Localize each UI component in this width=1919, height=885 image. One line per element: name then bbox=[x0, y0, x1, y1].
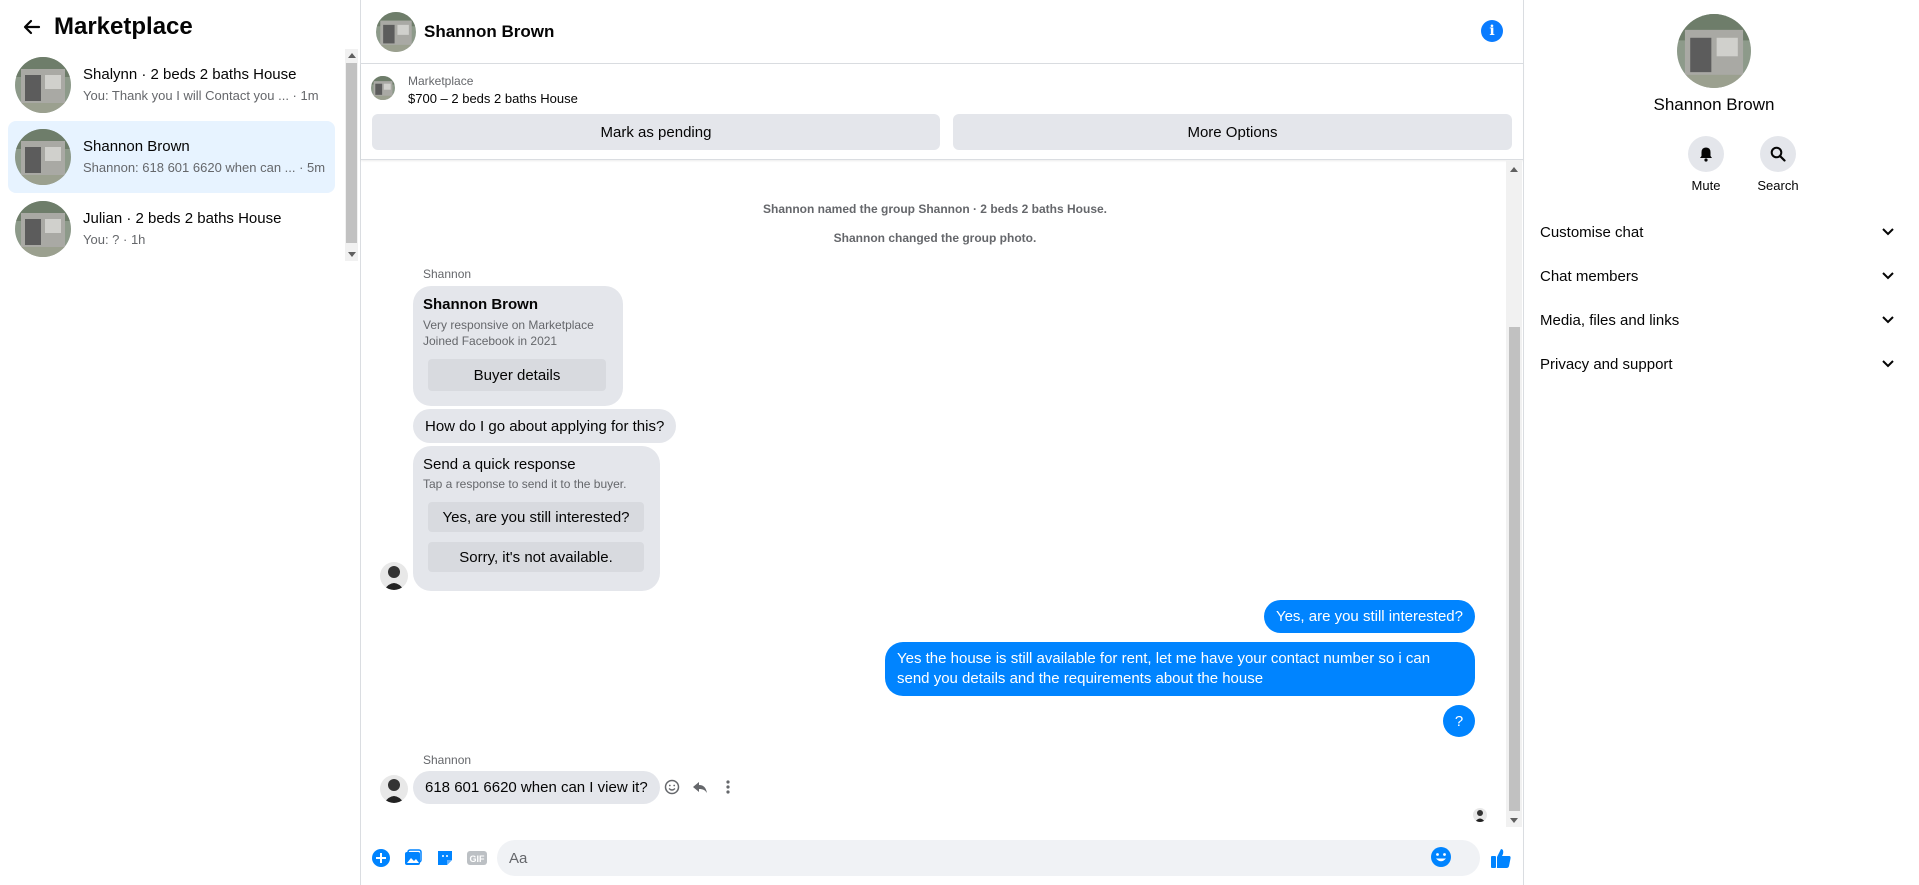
buyer-card-name: Shannon Brown bbox=[423, 296, 538, 313]
listing-title[interactable]: $700 – 2 beds 2 baths House bbox=[408, 91, 578, 106]
conversation-item[interactable]: Shalynn · 2 beds 2 baths House You: Than… bbox=[8, 49, 335, 121]
search-label: Search bbox=[1757, 178, 1799, 193]
sidebar-header: Marketplace bbox=[0, 8, 340, 46]
mark-as-pending-button[interactable]: Mark as pending bbox=[372, 114, 940, 150]
system-message: Shannon named the group Shannon · 2 beds… bbox=[762, 202, 1108, 216]
section-label: Customise chat bbox=[1540, 223, 1644, 241]
chevron-down-icon bbox=[1880, 356, 1896, 372]
section-chat-members[interactable]: Chat members bbox=[1540, 256, 1896, 296]
message-actions bbox=[658, 773, 742, 801]
more-icon[interactable] bbox=[714, 773, 742, 801]
conversation-preview: You: ? · 1h bbox=[83, 232, 146, 247]
outgoing-message: ? bbox=[1443, 705, 1475, 737]
system-message: Shannon changed the group photo. bbox=[833, 231, 1037, 245]
message-composer: GIF Aa bbox=[361, 838, 1523, 878]
incoming-message: How do I go about applying for this? bbox=[413, 409, 677, 443]
chat-title[interactable]: Shannon Brown bbox=[424, 22, 554, 42]
conversation-item[interactable]: Julian · 2 beds 2 baths House You: ? · 1… bbox=[8, 193, 335, 265]
sender-avatar[interactable] bbox=[380, 775, 408, 803]
sidebar-scrollbar[interactable] bbox=[345, 49, 358, 261]
thumbs-up-icon[interactable] bbox=[1485, 842, 1517, 874]
sender-label: Shannon bbox=[423, 267, 472, 281]
gif-icon[interactable]: GIF bbox=[461, 842, 493, 874]
bell-icon bbox=[1688, 136, 1724, 172]
buyer-details-button[interactable]: Buyer details bbox=[428, 359, 606, 391]
info-icon[interactable]: i bbox=[1481, 20, 1503, 42]
buyer-profile-card: Shannon Brown Very responsive on Marketp… bbox=[413, 286, 623, 406]
section-media-files-links[interactable]: Media, files and links bbox=[1540, 300, 1896, 340]
incoming-message: 618 601 6620 when can I view it? bbox=[413, 771, 660, 804]
scroll-down-arrow-icon[interactable] bbox=[348, 252, 356, 257]
mute-label: Mute bbox=[1691, 178, 1721, 193]
react-icon[interactable] bbox=[658, 773, 686, 801]
quick-response-option[interactable]: Yes, are you still interested? bbox=[428, 502, 644, 532]
scrollbar-thumb[interactable] bbox=[1509, 327, 1520, 811]
chevron-down-icon bbox=[1880, 268, 1896, 284]
search-icon bbox=[1760, 136, 1796, 172]
chat-header: Shannon Brown i bbox=[361, 0, 1523, 64]
profile-name: Shannon Brown bbox=[1653, 95, 1775, 114]
reply-icon[interactable] bbox=[686, 773, 714, 801]
plus-icon[interactable] bbox=[365, 842, 397, 874]
mute-button[interactable]: Mute bbox=[1676, 136, 1736, 193]
buyer-card-detail: Very responsive on Marketplace bbox=[423, 318, 594, 332]
quick-response-subtitle: Tap a response to send it to the buyer. bbox=[423, 477, 627, 491]
scroll-down-arrow-icon[interactable] bbox=[1510, 818, 1518, 823]
outgoing-message: Yes, are you still interested? bbox=[1263, 600, 1475, 633]
back-arrow-icon[interactable] bbox=[10, 8, 54, 46]
scroll-up-arrow-icon[interactable] bbox=[348, 53, 356, 58]
section-customise-chat[interactable]: Customise chat bbox=[1540, 212, 1896, 252]
message-input-placeholder: Aa bbox=[509, 849, 528, 867]
conversation-name: Shannon Brown bbox=[83, 138, 190, 155]
section-label: Privacy and support bbox=[1540, 355, 1673, 373]
sender-label: Shannon bbox=[423, 753, 472, 767]
outgoing-message: Yes the house is still available for ren… bbox=[885, 642, 1475, 696]
photo-icon[interactable] bbox=[397, 842, 429, 874]
svg-text:GIF: GIF bbox=[470, 854, 486, 864]
conversation-name: Julian · 2 beds 2 baths House bbox=[83, 210, 282, 227]
conversation-thumbnail bbox=[15, 129, 71, 185]
conversation-name: Shalynn · 2 beds 2 baths House bbox=[83, 66, 297, 83]
scroll-up-arrow-icon[interactable] bbox=[1510, 167, 1518, 172]
conversation-list: Shalynn · 2 beds 2 baths House You: Than… bbox=[8, 49, 335, 265]
chevron-down-icon bbox=[1880, 224, 1896, 240]
conversation-item-active[interactable]: Shannon Brown Shannon: 618 601 6620 when… bbox=[8, 121, 335, 193]
section-privacy-support[interactable]: Privacy and support bbox=[1540, 344, 1896, 384]
more-options-button[interactable]: More Options bbox=[953, 114, 1512, 150]
messenger-app: Marketplace Shalynn · 2 beds 2 baths Hou… bbox=[0, 0, 1919, 885]
listing-thumbnail[interactable] bbox=[371, 76, 395, 100]
read-receipt-avatar bbox=[1473, 808, 1487, 822]
chat-panel: Shannon Brown i Marketplace $700 – 2 bed… bbox=[361, 0, 1523, 885]
conversation-preview: Shannon: 618 601 6620 when can ... · 5m bbox=[83, 160, 326, 175]
chat-avatar[interactable] bbox=[376, 11, 416, 52]
quick-response-title: Send a quick response bbox=[423, 456, 576, 473]
section-label: Media, files and links bbox=[1540, 311, 1680, 329]
conversation-thumbnail bbox=[15, 57, 71, 113]
conversation-sidebar: Marketplace Shalynn · 2 beds 2 baths Hou… bbox=[0, 0, 361, 885]
quick-response-card: Send a quick response Tap a response to … bbox=[413, 446, 660, 591]
message-input[interactable]: Aa bbox=[497, 840, 1480, 876]
search-button[interactable]: Search bbox=[1748, 136, 1808, 193]
conversation-info-panel: Shannon Brown Mute Search Customise chat… bbox=[1523, 0, 1919, 885]
sender-avatar[interactable] bbox=[380, 562, 408, 590]
section-label: Chat members bbox=[1540, 267, 1639, 285]
message-thread: Shannon named the group Shannon · 2 beds… bbox=[361, 161, 1509, 831]
profile-avatar[interactable] bbox=[1677, 14, 1751, 88]
marketplace-listing-bar: Marketplace $700 – 2 beds 2 baths House … bbox=[361, 64, 1523, 160]
chat-scrollbar[interactable] bbox=[1506, 161, 1522, 827]
sidebar-title: Marketplace bbox=[54, 13, 193, 40]
chevron-down-icon bbox=[1880, 312, 1896, 328]
quick-response-option[interactable]: Sorry, it's not available. bbox=[428, 542, 644, 572]
scrollbar-thumb[interactable] bbox=[346, 63, 357, 243]
conversation-thumbnail bbox=[15, 201, 71, 257]
buyer-card-detail: Joined Facebook in 2021 bbox=[423, 334, 558, 348]
conversation-preview: You: Thank you I will Contact you ... · … bbox=[83, 88, 319, 103]
sticker-icon[interactable] bbox=[429, 842, 461, 874]
emoji-icon[interactable] bbox=[1430, 846, 1452, 872]
listing-source: Marketplace bbox=[408, 74, 474, 88]
